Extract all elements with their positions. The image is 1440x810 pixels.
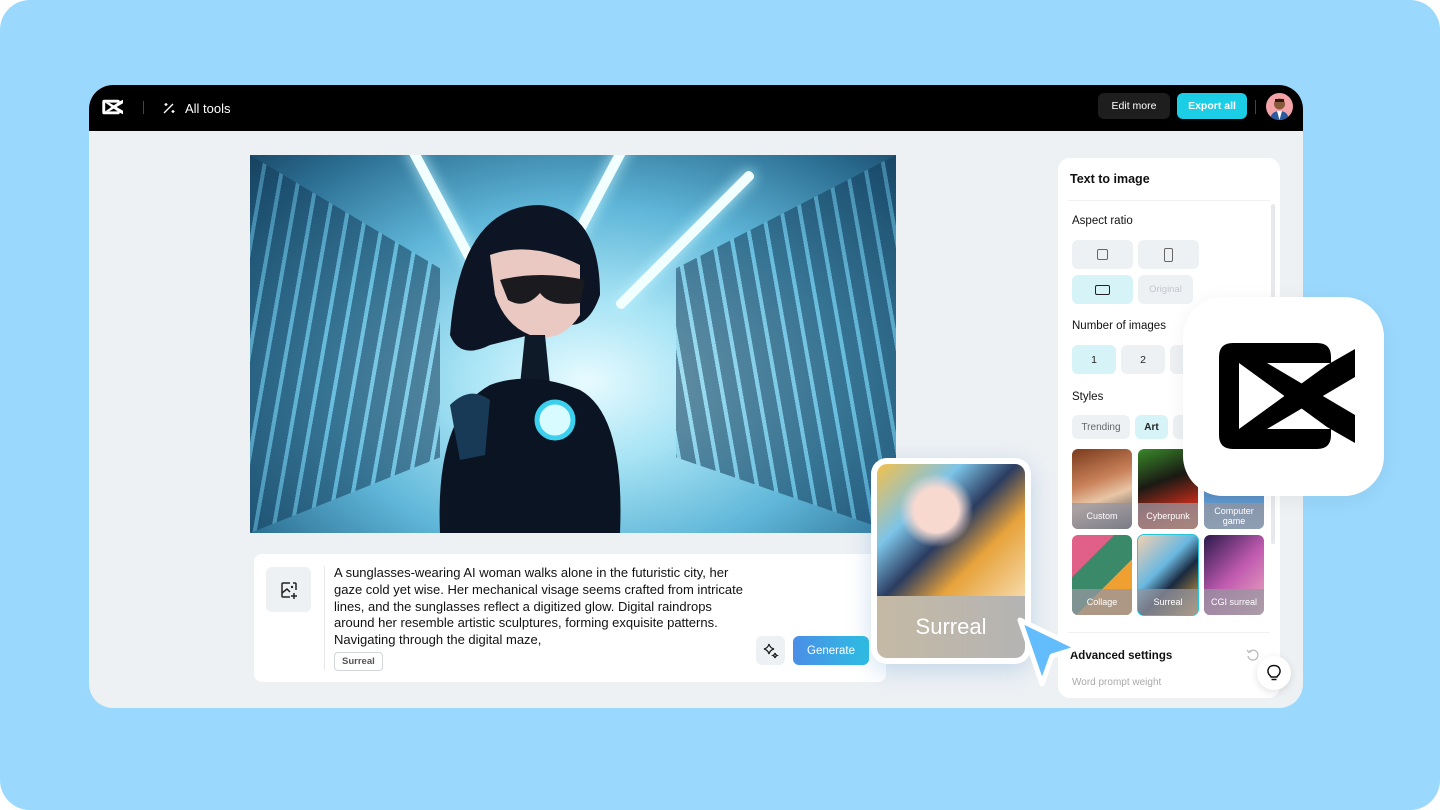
prompt-box: A sunglasses-wearing AI woman walks alon… (254, 554, 886, 682)
styles-label: Styles (1072, 391, 1104, 403)
divider (324, 566, 325, 670)
style-card-label: Computer game (1204, 503, 1264, 529)
avatar[interactable] (1266, 93, 1293, 120)
woman-figure (439, 205, 621, 533)
style-tag[interactable]: Surreal (334, 652, 383, 671)
style-tab-art[interactable]: Art (1135, 415, 1168, 439)
landscape-ratio-icon (1095, 284, 1110, 295)
generate-button[interactable]: Generate (793, 636, 869, 665)
style-card-collage[interactable]: Collage (1072, 535, 1132, 615)
aspect-square-option[interactable] (1072, 240, 1133, 269)
user-avatar-icon (1270, 98, 1289, 120)
app-window: All tools Edit more Export all A sunglas… (89, 85, 1303, 708)
style-card-label: Surreal (1138, 589, 1198, 615)
aspect-landscape-option[interactable] (1072, 275, 1133, 304)
reset-icon[interactable] (1246, 648, 1260, 662)
aspect-ratio-label: Aspect ratio (1072, 215, 1133, 227)
aspect-original-option[interactable]: Original (1138, 275, 1193, 304)
sparkle-icon (763, 643, 779, 658)
style-card-label: Cyberpunk (1138, 503, 1198, 529)
top-bar: All tools Edit more Export all (89, 85, 1303, 131)
divider (143, 101, 144, 114)
style-card-surreal[interactable]: Surreal (1137, 534, 1199, 616)
add-reference-image-button[interactable] (266, 567, 311, 612)
divider (1068, 632, 1270, 633)
style-card-label: CGI surreal (1204, 589, 1264, 615)
capcut-logo-icon (1219, 343, 1355, 449)
number-of-images-label: Number of images (1072, 320, 1166, 332)
style-card-label: Custom (1072, 503, 1132, 529)
number-option-2[interactable]: 2 (1121, 345, 1165, 374)
portrait-ratio-icon (1164, 247, 1173, 262)
divider (1255, 100, 1256, 114)
magic-wand-icon (163, 103, 175, 114)
style-tab-trending[interactable]: Trending (1072, 415, 1130, 439)
image-background (250, 155, 440, 533)
surreal-preview-thumbnail (877, 464, 1025, 596)
generated-image[interactable] (250, 155, 896, 533)
surreal-style-preview-card[interactable]: Surreal (871, 458, 1031, 664)
prompt-input[interactable]: A sunglasses-wearing AI woman walks alon… (334, 565, 754, 649)
all-tools-label: All tools (185, 100, 231, 116)
edit-more-button[interactable]: Edit more (1098, 93, 1170, 119)
style-card-cgi-surreal[interactable]: CGI surreal (1204, 535, 1264, 615)
export-all-button[interactable]: Export all (1177, 93, 1247, 119)
lightbulb-icon (1267, 664, 1281, 681)
all-tools-button[interactable]: All tools (161, 96, 231, 120)
surreal-preview-label: Surreal (877, 596, 1025, 658)
enhance-prompt-button[interactable] (756, 636, 785, 665)
pointer-cursor-icon (1017, 617, 1081, 687)
capcut-app-icon (1183, 297, 1384, 496)
tips-button[interactable] (1257, 656, 1291, 690)
capcut-logo-icon[interactable] (101, 97, 123, 117)
add-image-icon (280, 581, 297, 599)
aspect-portrait-option[interactable] (1138, 240, 1199, 269)
square-ratio-icon (1097, 249, 1108, 260)
style-card-custom[interactable]: Custom (1072, 449, 1132, 529)
panel-title: Text to image (1070, 172, 1150, 186)
divider (1068, 200, 1270, 201)
number-option-1[interactable]: 1 (1072, 345, 1116, 374)
